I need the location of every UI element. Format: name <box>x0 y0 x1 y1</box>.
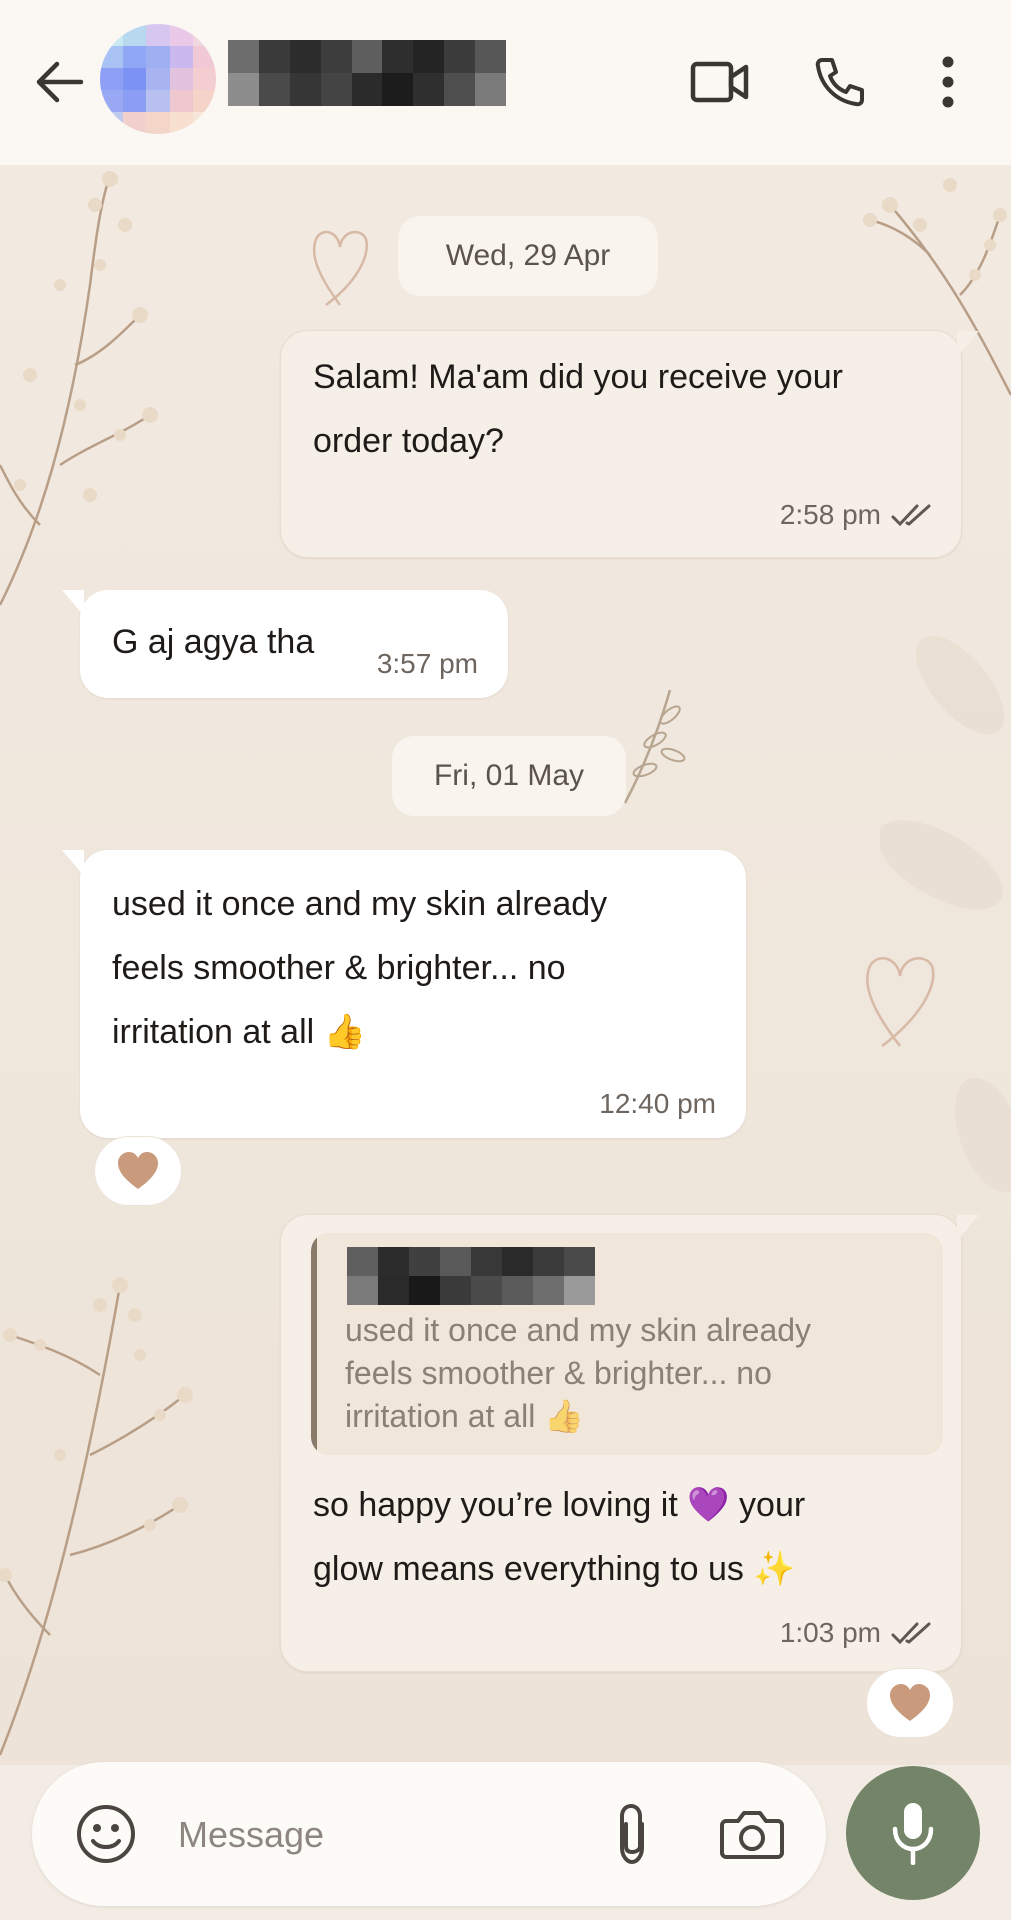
attach-button[interactable] <box>594 1796 670 1872</box>
paperclip-icon <box>620 1803 644 1865</box>
phone-icon <box>815 58 864 107</box>
incoming-message[interactable]: used it once and my skin already feels s… <box>62 850 746 1138</box>
avatar[interactable] <box>100 24 216 134</box>
more-options-button[interactable] <box>912 46 984 118</box>
chat-header <box>0 0 1011 165</box>
voice-call-button[interactable] <box>804 46 876 118</box>
message-time: 12:40 pm <box>599 1088 716 1119</box>
heart-doodle-decoration <box>312 230 368 306</box>
contact-name-redacted[interactable] <box>228 40 506 106</box>
video-call-button[interactable] <box>684 46 756 118</box>
message-time: 3:57 pm <box>376 648 478 679</box>
message-text: Salam! Ma'am did you receive your order … <box>313 358 843 460</box>
message-text: used it once and my skin already feels s… <box>112 885 608 1052</box>
floral-branch-decoration <box>0 171 158 606</box>
date-label: Wed, 29 Apr <box>445 239 611 272</box>
reaction-badge[interactable] <box>866 1668 954 1738</box>
quoted-message[interactable]: used it once and my skin already feels s… <box>311 1233 943 1455</box>
message-composer <box>32 1762 826 1906</box>
double-check-icon <box>891 1622 931 1645</box>
camera-button[interactable] <box>714 1796 790 1872</box>
brown-heart-icon <box>118 1152 158 1189</box>
thumbs-up-emoji: 👍 <box>323 1012 366 1052</box>
message-time: 1:03 pm <box>779 1617 881 1648</box>
floral-branch-decoration <box>0 1277 193 1756</box>
leaf-decoration <box>880 635 1011 1193</box>
message-meta: 1:03 pm <box>780 1617 933 1649</box>
back-button[interactable] <box>28 50 92 114</box>
date-separator: Wed, 29 Apr <box>398 216 658 296</box>
message-input[interactable] <box>178 1808 618 1862</box>
outgoing-reply-message[interactable]: used it once and my skin already feels s… <box>280 1214 979 1672</box>
message-text: so happy you’re loving it 💜 your glow me… <box>313 1485 806 1589</box>
date-label: Fri, 01 May <box>433 759 585 792</box>
thumbs-up-emoji: 👍 <box>544 1397 585 1435</box>
leaf-sprig-decoration <box>623 689 686 804</box>
quoted-sender-redacted <box>347 1247 595 1305</box>
smiley-icon <box>77 1805 135 1863</box>
microphone-icon <box>892 1803 934 1865</box>
voice-message-button[interactable] <box>846 1766 980 1900</box>
emoji-button[interactable] <box>68 1796 144 1872</box>
date-separator: Fri, 01 May <box>392 736 626 816</box>
message-text: G aj agya tha <box>112 623 315 661</box>
reaction-badge[interactable] <box>94 1136 182 1206</box>
double-check-icon <box>891 504 931 527</box>
more-vertical-icon <box>942 56 954 108</box>
purple-heart-emoji: 💜 <box>687 1485 730 1525</box>
sparkles-emoji: ✨ <box>753 1549 796 1589</box>
message-meta: 2:58 pm <box>780 499 933 531</box>
brown-heart-icon <box>890 1684 930 1721</box>
incoming-message[interactable]: G aj agya tha 3:57 pm <box>62 590 508 698</box>
message-time: 2:58 pm <box>779 499 881 530</box>
arrow-left-icon <box>36 61 84 103</box>
outgoing-message[interactable]: Salam! Ma'am did you receive your order … <box>280 330 979 558</box>
video-camera-icon <box>690 61 749 103</box>
camera-icon <box>720 1811 784 1859</box>
quoted-text: used it once and my skin already feels s… <box>345 1312 812 1435</box>
